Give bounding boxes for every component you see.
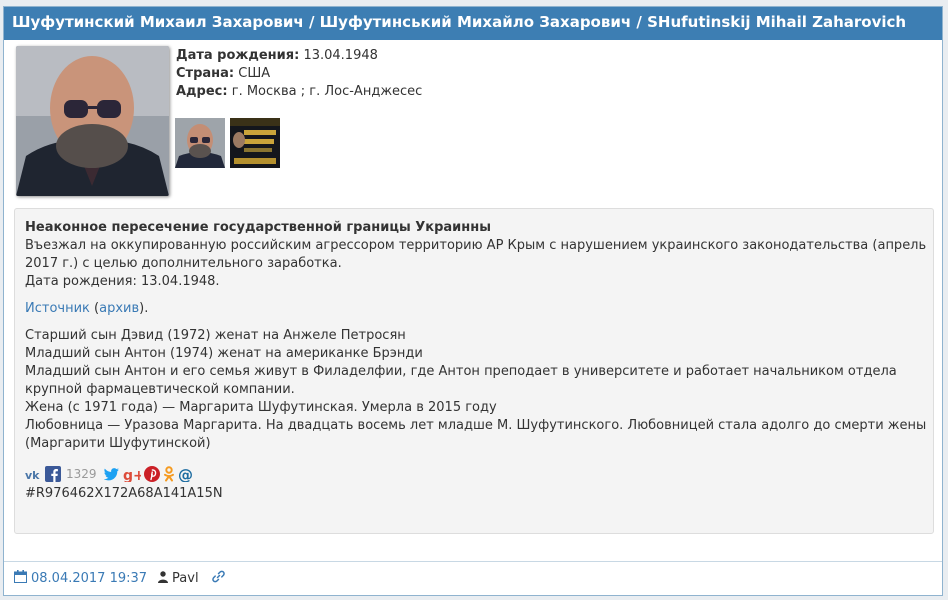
family-line: Старший сын Дэвид (1972) женат на Анжеле…	[25, 328, 406, 343]
svg-text:vk: vk	[25, 469, 40, 482]
address-value: г. Москва ; г. Лос-Анджесес	[231, 84, 423, 99]
birth-date-label: Дата рождения:	[176, 48, 300, 63]
birth-date-row: Дата рождения: 13.04.1948	[176, 47, 422, 65]
facebook-icon[interactable]	[45, 466, 61, 482]
pinterest-icon[interactable]	[143, 466, 160, 482]
vk-icon[interactable]: vk	[25, 466, 42, 482]
family-line: крупной фармацевтической компании.	[25, 382, 295, 397]
footer-divider	[4, 561, 942, 562]
gallery-thumbnail-1[interactable]	[175, 118, 225, 168]
country-row: Страна: США	[176, 65, 422, 83]
calendar-icon	[14, 570, 27, 587]
profile-card: Шуфутинский Михаил Захарович / Шуфутинсь…	[3, 6, 943, 596]
twitter-icon[interactable]	[103, 466, 120, 482]
user-icon	[158, 570, 169, 587]
birth-date-value: 13.04.1948	[303, 48, 378, 63]
post-date-link[interactable]: 08.04.2017 19:37	[31, 571, 147, 586]
description-line: Въезжал на оккупированную российским агр…	[25, 238, 927, 253]
description-panel: Неаконное пересечение государственной гр…	[14, 208, 934, 534]
archive-close: ).	[139, 301, 149, 316]
gallery-thumbnail-2[interactable]	[230, 118, 280, 168]
post-meta: 08.04.2017 19:37 Pavl	[14, 570, 225, 587]
archive-link[interactable]: архив	[99, 301, 139, 316]
record-hashtag: #R976462X172A68A141A15N	[25, 486, 223, 501]
link-icon[interactable]	[211, 570, 225, 587]
share-count: 1329	[66, 467, 97, 481]
share-bar: vk 1329 g+ @	[25, 463, 933, 485]
source-link[interactable]: Источник	[25, 301, 90, 316]
source-line: Источник (архив).	[25, 300, 933, 318]
family-line: Жена (с 1971 года) — Маргарита Шуфутинск…	[25, 400, 497, 415]
address-label: Адрес:	[176, 84, 228, 99]
profile-photo[interactable]	[16, 46, 169, 196]
family-line: Младший сын Антон и его семья живут в Фи…	[25, 364, 897, 379]
description-title: Неаконное пересечение государственной гр…	[25, 220, 492, 235]
address-row: Адрес: г. Москва ; г. Лос-Анджесес	[176, 83, 422, 101]
family-line: Младший сын Антон (1974) женат на америк…	[25, 346, 423, 361]
country-label: Страна:	[176, 66, 235, 81]
archive-open: (	[89, 301, 100, 316]
description-line: 2017 г.) с целью дополнительного заработ…	[25, 256, 342, 271]
svg-text:g+: g+	[123, 468, 141, 482]
family-line: Любовница — Уразова Маргарита. На двадца…	[25, 418, 927, 433]
google-plus-icon[interactable]: g+	[123, 466, 141, 482]
page-title: Шуфутинский Михаил Захарович / Шуфутинсь…	[4, 7, 942, 40]
post-author: Pavl	[172, 571, 199, 586]
description-line: Дата рождения: 13.04.1948.	[25, 274, 220, 289]
country-value: США	[238, 66, 271, 81]
profile-info: Дата рождения: 13.04.1948 Страна: США Ад…	[176, 47, 422, 101]
family-line: (Маргарити Шуфутинской)	[25, 436, 211, 451]
email-icon[interactable]: @	[178, 466, 196, 482]
svg-text:@: @	[178, 466, 193, 482]
odnoklassniki-icon[interactable]	[163, 466, 175, 482]
